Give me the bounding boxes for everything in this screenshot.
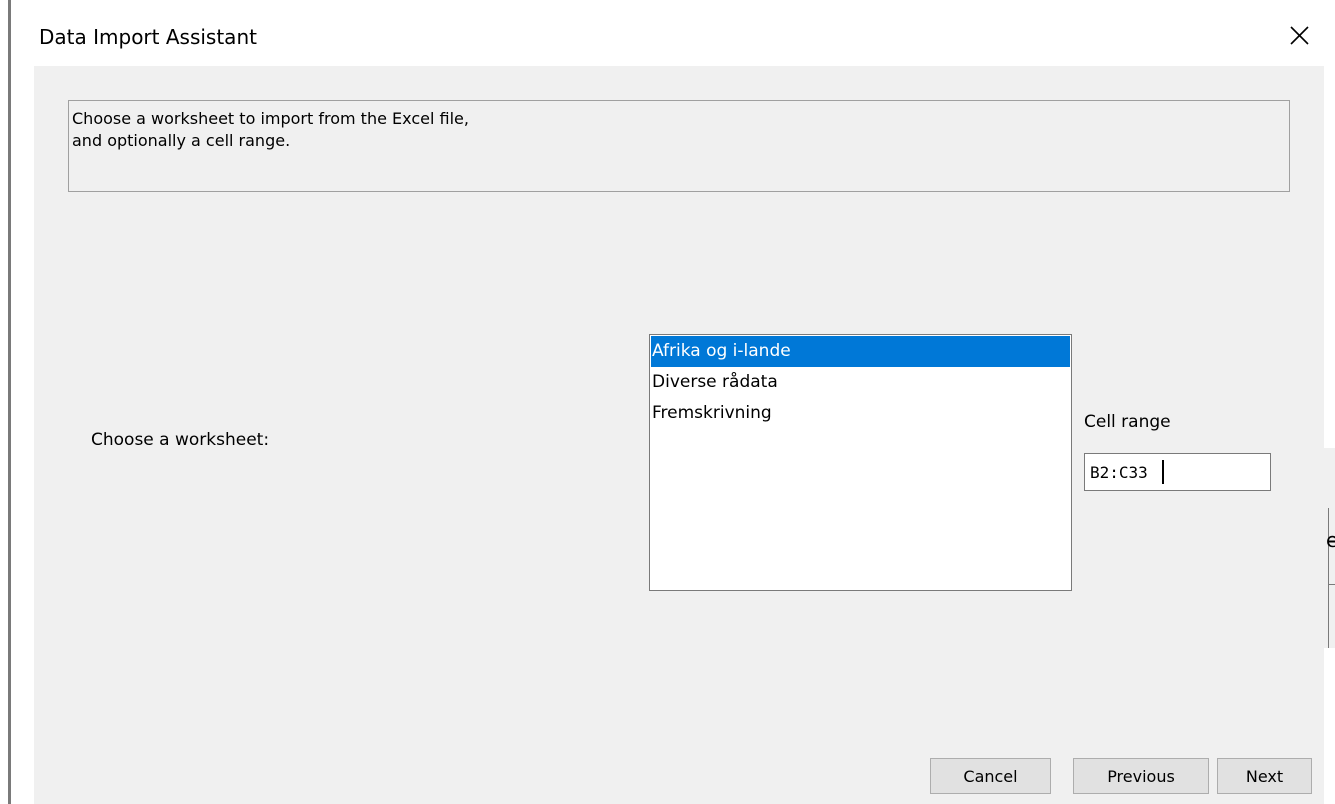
instructions-box: Choose a worksheet to import from the Ex… [68,100,1290,192]
text-caret [1162,460,1164,484]
background-divider [1328,584,1335,585]
title-bar: Data Import Assistant [11,0,1335,66]
worksheet-item-fremskrivning[interactable]: Fremskrivning [651,398,1070,429]
cancel-button[interactable]: Cancel [930,758,1051,794]
background-window-fragment: e [1324,448,1335,648]
cell-range-label: Cell range [1084,412,1171,432]
background-text-fragment: e [1326,528,1335,552]
worksheet-list[interactable]: Afrika og i-lande Diverse rådata Fremskr… [649,334,1072,591]
worksheet-label: Choose a worksheet: [91,430,270,450]
dialog-content: Choose a worksheet to import from the Ex… [34,66,1324,804]
cell-range-input[interactable] [1084,453,1271,491]
close-icon [1290,26,1309,45]
worksheet-item-afrika[interactable]: Afrika og i-lande [651,336,1070,367]
window-left-edge [8,0,11,804]
worksheet-item-diverse[interactable]: Diverse rådata [651,367,1070,398]
previous-button[interactable]: Previous [1073,758,1209,794]
instructions-line-2: and optionally a cell range. [72,131,291,150]
dialog-title: Data Import Assistant [39,25,257,49]
close-button[interactable] [1281,18,1317,52]
instructions-line-1: Choose a worksheet to import from the Ex… [72,109,469,128]
next-button[interactable]: Next [1217,758,1312,794]
